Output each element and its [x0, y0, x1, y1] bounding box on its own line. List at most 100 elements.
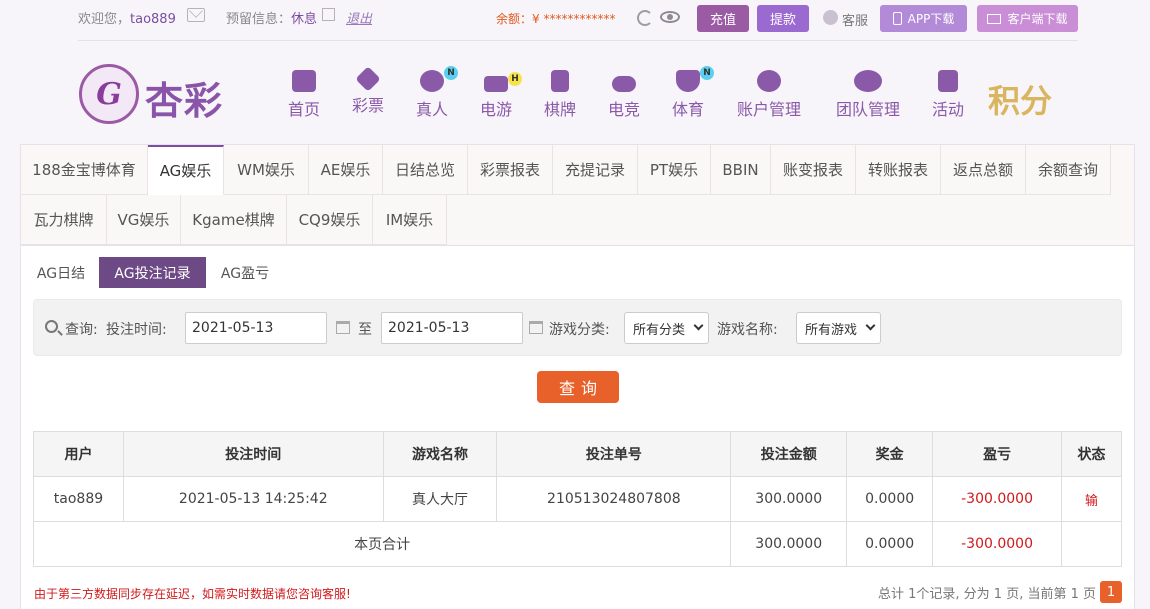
query-button[interactable]: 查询	[537, 371, 619, 403]
logout-link[interactable]: 退出	[346, 8, 372, 27]
eye-icon[interactable]	[660, 11, 680, 23]
tab-transfer-report[interactable]: 转账报表	[856, 145, 941, 195]
summary-amount: 300.0000	[730, 521, 848, 567]
nav-live[interactable]: N 真人	[414, 66, 458, 120]
tab-daily-overview[interactable]: 日结总览	[383, 145, 468, 195]
table-row: tao889 2021-05-13 14:25:42 真人大厅 21051302…	[33, 476, 1122, 522]
nav-team[interactable]: 团队管理	[833, 70, 903, 120]
tab-ag[interactable]: AG娱乐	[148, 145, 224, 195]
cell-status: 输	[1061, 476, 1122, 522]
tab-ae[interactable]: AE娱乐	[309, 145, 383, 195]
search-icon	[45, 320, 58, 333]
account-icon	[757, 70, 781, 92]
logo-text: 杏彩	[145, 79, 224, 123]
tab-kgame[interactable]: Kgame棋牌	[181, 195, 287, 245]
col-bet-amount: 投注金额	[730, 431, 848, 477]
nav-lottery[interactable]: 彩票	[350, 66, 386, 116]
tab-wali[interactable]: 瓦力棋牌	[21, 195, 107, 245]
tab-lottery-report[interactable]: 彩票报表	[468, 145, 553, 195]
nav-label: 彩票	[351, 96, 384, 115]
mail-icon[interactable]	[187, 8, 205, 22]
subtab-ag-bets[interactable]: AG投注记录	[99, 257, 206, 288]
summary-label: 本页合计	[32, 521, 732, 567]
tab-deposit-withdraw[interactable]: 充提记录	[553, 145, 638, 195]
date-from-input[interactable]: 2021-05-13	[185, 312, 327, 344]
logo-emblem-icon: G	[79, 64, 139, 124]
game-name-value: 所有游戏	[805, 322, 858, 338]
gift-icon	[938, 70, 958, 92]
top-divider	[78, 40, 1078, 41]
site-logo[interactable]: G 杏彩	[79, 64, 229, 126]
edit-icon[interactable]	[322, 8, 335, 21]
cell-game-name: 真人大厅	[382, 476, 498, 522]
chevron-down-icon	[693, 320, 704, 331]
monitor-icon	[987, 13, 1002, 24]
tab-pt[interactable]: PT娱乐	[638, 145, 711, 195]
subtab-ag-daily[interactable]: AG日结	[29, 257, 93, 288]
subtab-ag-profit[interactable]: AG盈亏	[211, 257, 279, 288]
cards-icon	[551, 70, 569, 92]
filter-bar: 查询: 投注时间: 2021-05-13 至 2021-05-13 游戏分类: …	[33, 299, 1122, 356]
col-game-name: 游戏名称	[382, 431, 498, 477]
withdraw-button[interactable]: 提款	[757, 5, 809, 32]
summary-row: 本页合计 300.0000 0.0000 -300.0000	[32, 521, 1122, 567]
refresh-icon[interactable]	[637, 10, 653, 26]
table-header-row: 用户 投注时间 游戏名称 投注单号 投注金额 奖金 盈亏 状态	[33, 431, 1122, 477]
category-label: 游戏分类:	[549, 322, 610, 338]
bet-records-table: 用户 投注时间 游戏名称 投注单号 投注金额 奖金 盈亏 状态 tao889 2…	[32, 431, 1122, 567]
client-download-label: 客户端下载	[1007, 12, 1068, 26]
nav-home[interactable]: 首页	[286, 70, 322, 120]
cell-user: tao889	[33, 476, 124, 522]
nav-account[interactable]: 账户管理	[734, 70, 804, 120]
bet-time-label: 投注时间:	[106, 322, 167, 338]
report-tabs: 188金宝博体育 AG娱乐 WM娱乐 AE娱乐 日结总览 彩票报表 充提记录 P…	[21, 145, 1134, 246]
col-status: 状态	[1061, 431, 1122, 477]
summary-status	[1061, 521, 1122, 567]
game-name-label: 游戏名称:	[717, 322, 778, 338]
points-link[interactable]: 积分	[988, 76, 1052, 122]
balance-value: ¥ ************	[532, 12, 616, 26]
summary-bonus: 0.0000	[846, 521, 934, 567]
team-icon	[854, 70, 882, 92]
tab-vg[interactable]: VG娱乐	[107, 195, 181, 245]
nav-label: 团队管理	[835, 100, 900, 119]
game-name-select[interactable]: 所有游戏	[796, 312, 881, 344]
date-to-input[interactable]: 2021-05-13	[381, 312, 523, 344]
hot-badge: H	[508, 72, 522, 86]
tab-balance-query[interactable]: 余额查询	[1026, 145, 1111, 195]
col-profit: 盈亏	[932, 431, 1063, 477]
service-link[interactable]: 客服	[842, 10, 868, 29]
col-user: 用户	[33, 431, 124, 477]
page-1-button[interactable]: 1	[1100, 581, 1122, 603]
nav-sports[interactable]: N 体育	[670, 66, 714, 120]
col-bet-time: 投注时间	[122, 431, 384, 477]
nav-activity[interactable]: 活动	[930, 70, 966, 120]
cell-profit: -300.0000	[932, 476, 1063, 522]
nav-cards[interactable]: 棋牌	[542, 70, 578, 120]
nav-esports[interactable]: 电竞	[606, 70, 642, 120]
trophy-icon: N	[676, 66, 714, 92]
nav-label: 活动	[931, 100, 964, 119]
nav-label: 首页	[287, 100, 320, 119]
category-select[interactable]: 所有分类	[624, 312, 709, 344]
nav-label: 棋牌	[543, 100, 576, 119]
app-download-button[interactable]: APP下载	[880, 5, 967, 32]
tab-balance-change[interactable]: 账变报表	[771, 145, 856, 195]
tab-im[interactable]: IM娱乐	[373, 195, 447, 245]
calendar-icon[interactable]	[529, 321, 543, 334]
calendar-icon[interactable]	[336, 321, 350, 334]
col-bonus: 奖金	[846, 431, 934, 477]
tab-wm[interactable]: WM娱乐	[224, 145, 309, 195]
service-icon[interactable]	[823, 10, 838, 25]
cell-bet-time: 2021-05-13 14:25:42	[122, 476, 384, 522]
nav-label: 账户管理	[736, 100, 801, 119]
tab-cq9[interactable]: CQ9娱乐	[287, 195, 373, 245]
tab-rebate-total[interactable]: 返点总额	[941, 145, 1026, 195]
tab-bbin[interactable]: BBIN	[711, 145, 771, 195]
client-download-button[interactable]: 客户端下载	[977, 5, 1078, 32]
app-download-label: APP下载	[907, 12, 955, 26]
tab-188[interactable]: 188金宝博体育	[21, 145, 148, 195]
nav-egames[interactable]: H 电游	[478, 70, 522, 120]
recharge-button[interactable]: 充值	[697, 5, 749, 32]
gamepad-icon: H	[484, 72, 522, 92]
